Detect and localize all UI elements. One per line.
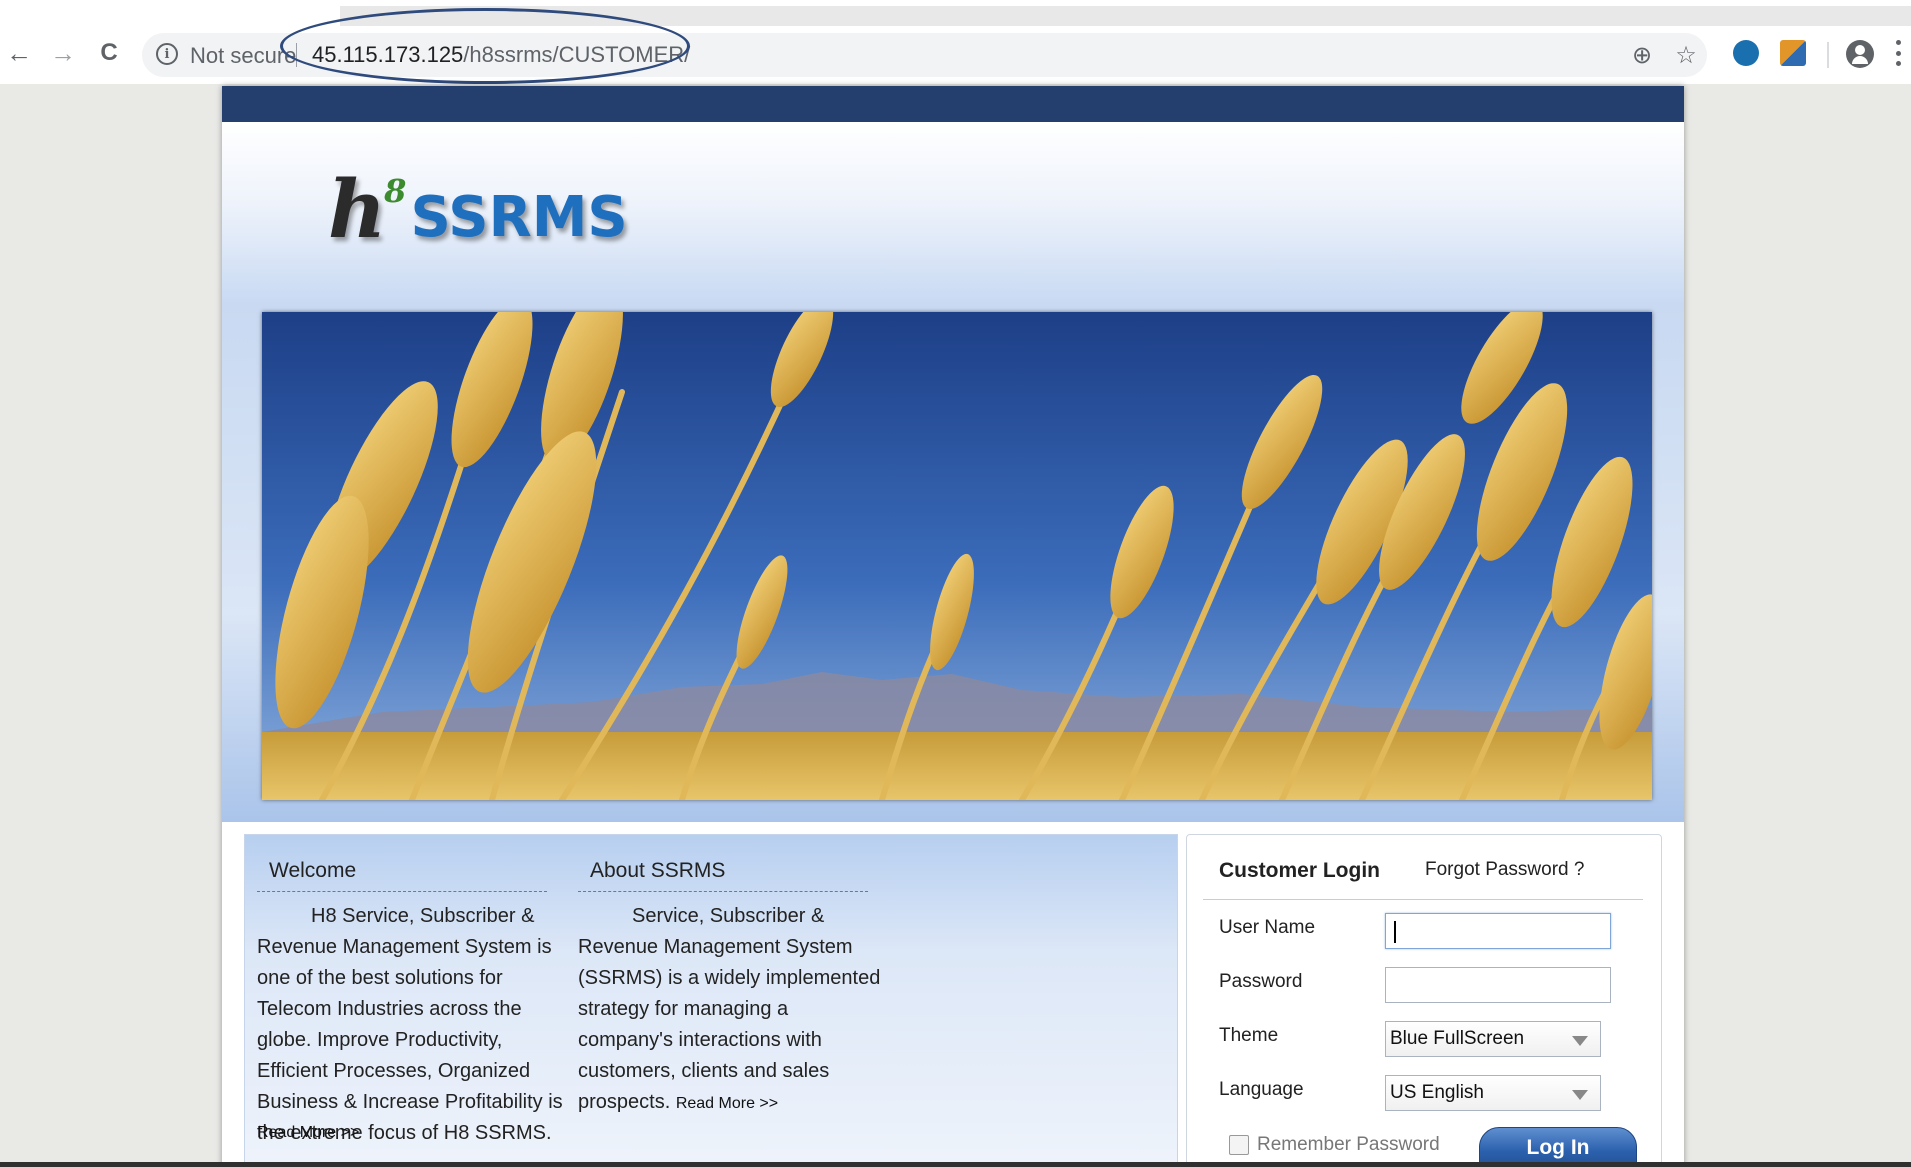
hero-image-wheat-field <box>262 312 1652 800</box>
welcome-text: H8 Service, Subscriber & Revenue Managem… <box>257 901 563 1149</box>
page-header: h8SSRMS <box>222 122 1684 302</box>
forgot-password-link[interactable]: Forgot Password ? <box>1425 859 1584 881</box>
info-panel: Welcome H8 Service, Subscriber & Revenue… <box>244 834 1178 1167</box>
theme-select[interactable]: Blue FullScreen <box>1385 1021 1601 1057</box>
url-text[interactable]: 45.115.173.125/h8ssrms/CUSTOMER/ <box>312 42 690 68</box>
remember-password: Remember Password <box>1229 1134 1440 1156</box>
remember-password-label: Remember Password <box>1257 1134 1440 1155</box>
bookmark-star-icon[interactable]: ☆ <box>1672 41 1700 69</box>
security-status[interactable]: Not secure <box>190 43 296 69</box>
language-value: US English <box>1390 1082 1484 1103</box>
welcome-body: H8 Service, Subscriber & Revenue Managem… <box>257 905 563 1144</box>
extension-box-icon[interactable] <box>1780 40 1806 66</box>
reload-icon[interactable]: C <box>92 36 126 70</box>
password-label: Password <box>1219 971 1303 992</box>
banner-area <box>222 302 1684 822</box>
url-path: /h8ssrms/CUSTOMER/ <box>463 42 691 67</box>
welcome-title: Welcome <box>269 859 357 882</box>
taskbar-edge <box>0 1162 1911 1167</box>
tab-strip <box>340 6 1911 26</box>
language-select[interactable]: US English <box>1385 1075 1601 1111</box>
profile-avatar-icon[interactable] <box>1846 40 1874 68</box>
logo-superscript: 8 <box>384 172 407 210</box>
browser-menu-icon[interactable] <box>1895 40 1901 66</box>
login-title: Customer Login <box>1219 859 1380 882</box>
logo-h: h <box>328 162 387 256</box>
page-container: h8SSRMS Welcome H8 Service, Subscriber &… <box>222 86 1684 1167</box>
text-caret <box>1394 921 1396 943</box>
about-title: About SSRMS <box>590 859 726 882</box>
about-body: Service, Subscriber & Revenue Management… <box>578 905 881 1113</box>
password-input[interactable] <box>1385 967 1611 1003</box>
about-divider <box>578 891 868 892</box>
chevron-down-icon <box>1572 1090 1588 1100</box>
top-bar <box>222 86 1684 122</box>
about-text: Service, Subscriber & Revenue Management… <box>578 901 888 1119</box>
back-icon[interactable]: ← <box>2 36 36 70</box>
username-input[interactable] <box>1385 913 1611 949</box>
info-icon[interactable]: i <box>156 43 178 65</box>
toolbar-separator <box>1827 42 1829 68</box>
login-button[interactable]: Log In <box>1479 1127 1637 1167</box>
login-divider <box>1203 899 1643 900</box>
customer-login-panel: Customer Login Forgot Password ? User Na… <box>1186 834 1662 1167</box>
theme-label: Theme <box>1219 1025 1279 1046</box>
site-logo: h8SSRMS <box>328 162 628 256</box>
language-label: Language <box>1219 1079 1304 1100</box>
theme-value: Blue FullScreen <box>1390 1028 1525 1049</box>
address-separator <box>296 43 297 67</box>
chevron-down-icon <box>1572 1036 1588 1046</box>
username-label: User Name <box>1219 917 1316 938</box>
remember-password-checkbox[interactable] <box>1229 1135 1249 1155</box>
welcome-read-more-link[interactable]: Read More >> <box>257 1124 359 1142</box>
url-host: 45.115.173.125 <box>312 42 464 67</box>
browser-toolbar: ← → C i Not secure 45.115.173.125/h8ssrm… <box>0 0 1911 84</box>
welcome-divider <box>257 891 547 892</box>
forward-icon[interactable]: → <box>46 36 80 70</box>
extension-globe-icon[interactable] <box>1733 40 1759 66</box>
about-read-more-link[interactable]: Read More >> <box>676 1095 778 1112</box>
zoom-icon[interactable]: ⊕ <box>1628 41 1656 69</box>
address-bar[interactable]: i Not secure 45.115.173.125/h8ssrms/CUST… <box>142 33 1707 77</box>
logo-wordmark: SSRMS <box>410 185 628 250</box>
